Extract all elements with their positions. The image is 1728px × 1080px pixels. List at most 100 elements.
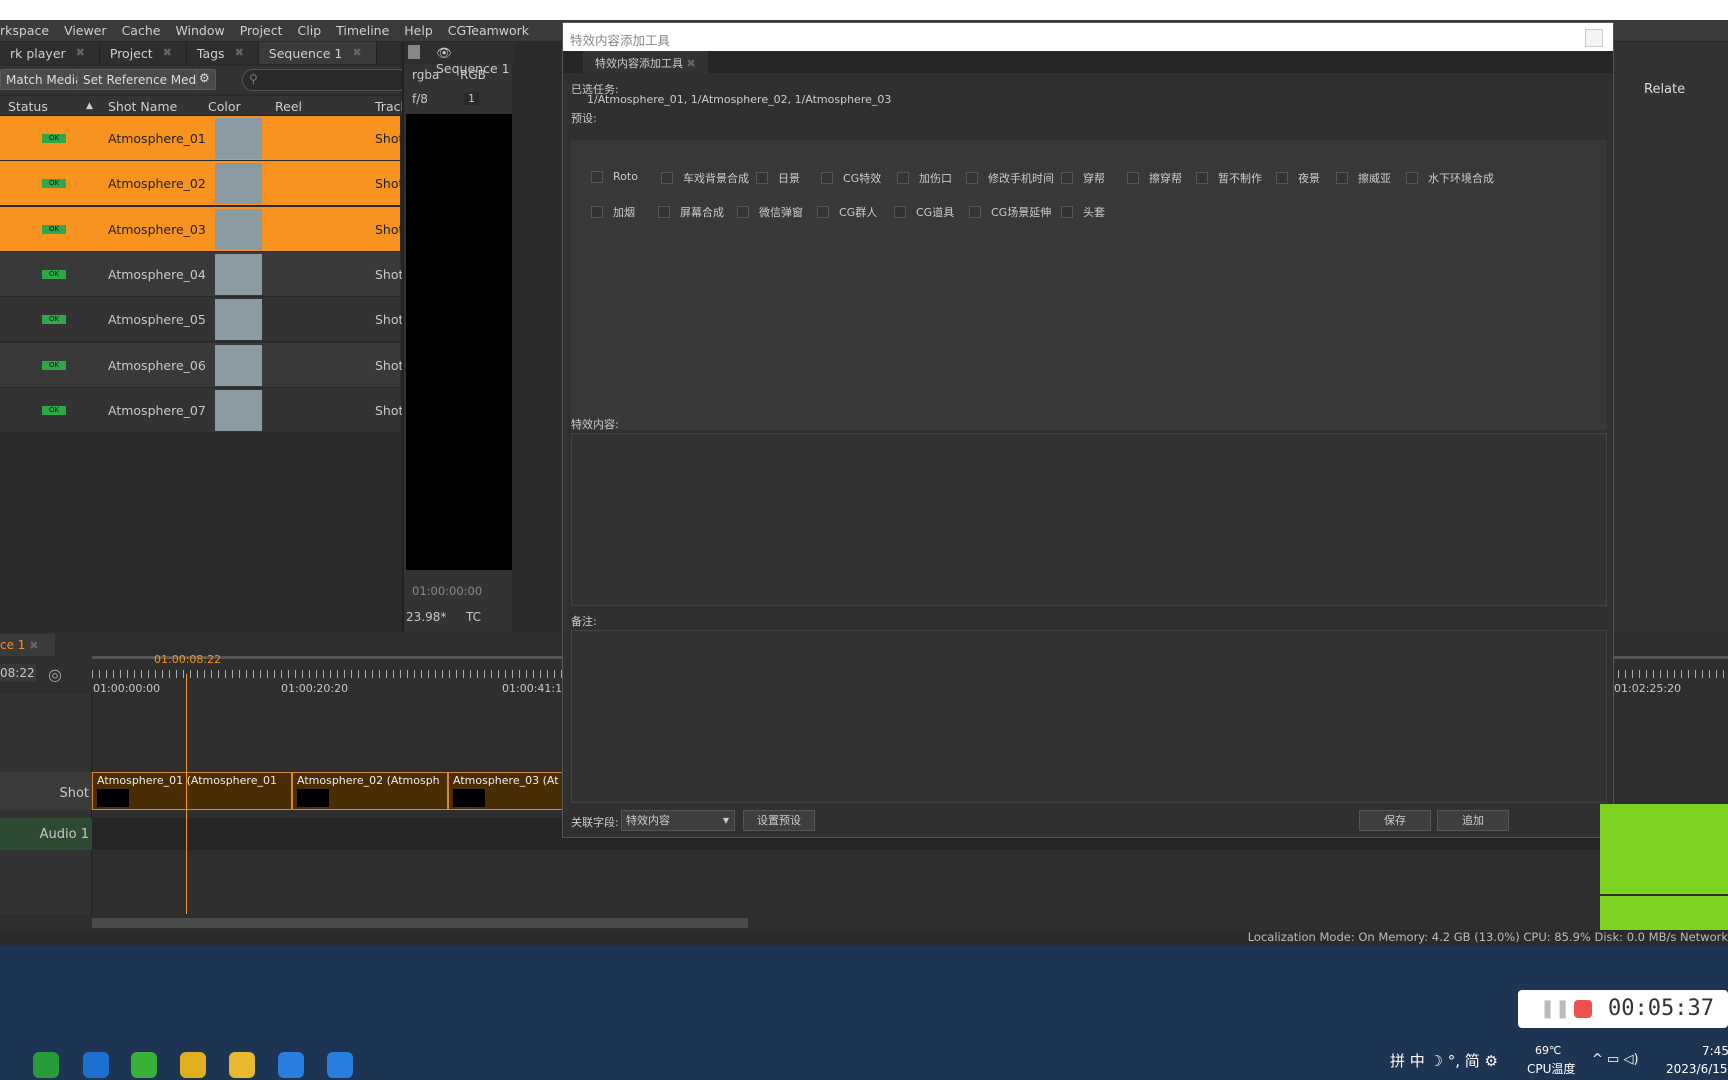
channel-select[interactable]: rgba	[412, 68, 439, 82]
snap-icon[interactable]: ◎	[48, 665, 62, 684]
tab-work-player[interactable]: rk player ✖	[0, 42, 100, 64]
set-reference-media-button[interactable]: Set Reference Media	[77, 69, 213, 90]
append-button[interactable]: 追加	[1437, 810, 1509, 831]
dialog-tab[interactable]: 特效内容添加工具 ✖	[583, 51, 708, 73]
preset-checkbox[interactable]: 暂不制作	[1196, 170, 1262, 186]
field-select[interactable]: 特效内容 ▼	[621, 810, 735, 831]
browser-icon[interactable]	[327, 1052, 353, 1078]
close-icon[interactable]: ✖	[352, 46, 361, 64]
checkbox-icon[interactable]	[1061, 206, 1073, 218]
table-row[interactable]: OK Atmosphere_06 Shot	[0, 342, 403, 388]
table-row[interactable]: OK Atmosphere_05 Shot	[0, 297, 403, 343]
checkbox-icon[interactable]	[661, 172, 673, 184]
menu-workspace[interactable]: rkspace	[0, 20, 56, 41]
menu-project[interactable]: Project	[240, 20, 290, 41]
wechat-icon[interactable]	[131, 1052, 157, 1078]
checkbox-icon[interactable]	[658, 206, 670, 218]
preset-checkbox[interactable]: 夜景	[1276, 170, 1320, 186]
checkbox-icon[interactable]	[1061, 172, 1073, 184]
checkbox-icon[interactable]	[966, 172, 978, 184]
tray-icons[interactable]: ^ ▭ ◁)	[1592, 1052, 1639, 1067]
checkbox-icon[interactable]	[756, 172, 768, 184]
playhead[interactable]	[186, 674, 187, 914]
match-media-button[interactable]: Match Media	[0, 69, 89, 90]
tab-sequence-timeline[interactable]: ce 1 ✖	[0, 634, 55, 656]
preset-checkbox[interactable]: 头套	[1061, 204, 1105, 220]
checkbox-icon[interactable]	[1406, 172, 1418, 184]
checkbox-icon[interactable]	[1196, 172, 1208, 184]
menu-window[interactable]: Window	[175, 20, 231, 41]
preset-checkbox[interactable]: 日景	[756, 170, 800, 186]
preset-checkbox[interactable]: 水下环境合成	[1406, 170, 1494, 186]
checkbox-icon[interactable]	[591, 170, 603, 183]
column-color[interactable]: Color	[208, 99, 241, 114]
clip-atmosphere-03[interactable]: Atmosphere_03 (At	[448, 772, 568, 810]
checkbox-icon[interactable]	[894, 206, 906, 218]
preset-checkbox[interactable]: 擦威亚	[1336, 170, 1391, 186]
checkbox-icon[interactable]	[1276, 172, 1288, 184]
menu-timeline[interactable]: Timeline	[336, 20, 396, 41]
tc-mode-select[interactable]: TC	[466, 610, 481, 624]
preset-checkbox[interactable]: 穿帮	[1061, 170, 1105, 186]
checkbox-icon[interactable]	[1336, 172, 1348, 184]
preset-checkbox[interactable]: 擦穿帮	[1127, 170, 1182, 186]
gear-icon[interactable]: ⚙	[196, 69, 216, 90]
close-icon[interactable]: ✖	[235, 46, 244, 64]
menu-help[interactable]: Help	[404, 20, 440, 41]
clip-atmosphere-02[interactable]: Atmosphere_02 (Atmosph	[292, 772, 448, 810]
preset-checkbox[interactable]: CG场景延伸	[969, 204, 1051, 220]
folder-icon[interactable]	[229, 1052, 255, 1078]
preset-checkbox[interactable]: CG道具	[894, 204, 954, 220]
browser-icon[interactable]	[278, 1052, 304, 1078]
viewer-image[interactable]	[406, 114, 512, 570]
app-icon[interactable]	[83, 1052, 109, 1078]
preset-checkbox[interactable]: 屏幕合成	[658, 204, 724, 220]
close-icon[interactable]: ✖	[163, 46, 172, 64]
close-button[interactable]	[1585, 29, 1603, 47]
table-row[interactable]: OK Atmosphere_01 Shot	[0, 116, 403, 161]
track-audio-header[interactable]: Audio 1	[0, 818, 92, 850]
menu-viewer[interactable]: Viewer	[64, 20, 114, 41]
colorspace-select[interactable]: RGB	[460, 68, 486, 82]
clip-atmosphere-01[interactable]: Atmosphere_01 (Atmosphere_01	[92, 772, 292, 810]
stop-record-icon[interactable]	[1574, 1000, 1592, 1018]
tab-sequence-1[interactable]: Sequence 1 ✖	[258, 42, 377, 64]
ime-tray[interactable]: 拼 中 ☽ °, 简 ⚙	[1390, 1050, 1498, 1071]
table-row[interactable]: OK Atmosphere_02 Shot	[0, 161, 403, 207]
preset-checkbox[interactable]: 修改手机时间	[966, 170, 1054, 186]
table-row[interactable]: OK Atmosphere_07 Shot	[0, 387, 403, 433]
track-shot-header[interactable]: Shot	[0, 772, 92, 810]
menu-clip[interactable]: Clip	[298, 20, 329, 41]
frame-field[interactable]: 1	[464, 92, 479, 105]
checkbox-icon[interactable]	[591, 206, 603, 218]
app-icon[interactable]	[33, 1052, 59, 1078]
content-textarea[interactable]	[571, 433, 1607, 606]
column-status[interactable]: Status	[8, 99, 48, 114]
checkbox-icon[interactable]	[1127, 172, 1139, 184]
checkbox-icon[interactable]	[817, 206, 829, 218]
menu-cgteamwork[interactable]: CGTeamwork	[448, 20, 536, 41]
tab-project[interactable]: Project ✖	[100, 42, 187, 64]
checkbox-icon[interactable]	[821, 172, 833, 184]
column-reel[interactable]: Reel	[275, 99, 302, 114]
preset-checkbox[interactable]: Roto	[591, 170, 638, 183]
current-time-field[interactable]: 08:22	[0, 664, 36, 682]
close-icon[interactable]: ✖	[687, 57, 696, 70]
save-button[interactable]: 保存	[1359, 810, 1431, 831]
close-icon[interactable]: ✖	[76, 46, 85, 64]
checkbox-icon[interactable]	[737, 206, 749, 218]
table-row[interactable]: OK Atmosphere_04 Shot	[0, 251, 403, 297]
table-row[interactable]: OK Atmosphere_03 Shot	[0, 206, 403, 252]
checkbox-icon[interactable]	[897, 172, 909, 184]
notes-textarea[interactable]	[571, 630, 1607, 803]
checkbox-icon[interactable]	[969, 206, 981, 218]
menu-cache[interactable]: Cache	[122, 20, 168, 41]
pause-icon[interactable]: ❚❚	[1540, 998, 1570, 1019]
set-preset-button[interactable]: 设置预设	[743, 810, 815, 831]
timeline-scrollbar[interactable]	[92, 918, 748, 928]
close-icon[interactable]: ✖	[29, 639, 38, 652]
preset-checkbox[interactable]: 微信弹窗	[737, 204, 803, 220]
tab-tags[interactable]: Tags ✖	[187, 42, 259, 64]
clock-date[interactable]: 2023/6/15	[1666, 1062, 1728, 1076]
viewer-layout-icon[interactable]	[408, 45, 420, 59]
